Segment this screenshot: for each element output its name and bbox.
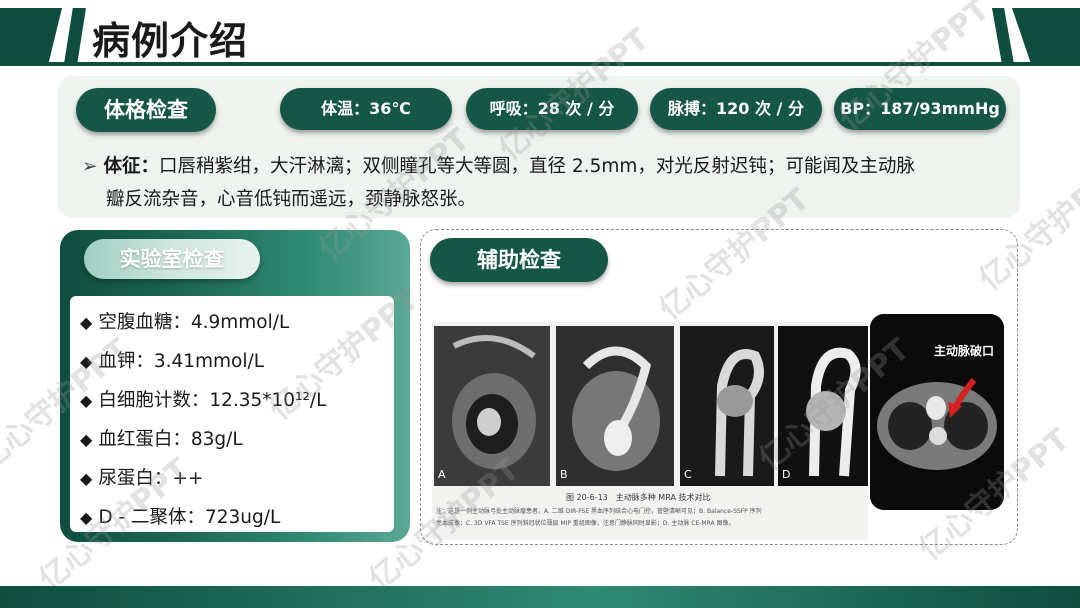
physical-exam-badge: 体格检查 bbox=[76, 88, 216, 132]
panel-letter: A bbox=[438, 468, 446, 481]
header-right-stripe bbox=[992, 8, 1014, 64]
mra-scan-graphic bbox=[680, 326, 774, 486]
figure-caption: 图 20-6-13 主动脉多种 MRA 技术对比 bbox=[566, 493, 711, 502]
signs-line-1: 口唇稍紫绀，大汗淋漓；双侧瞳孔等大等圆，直径 2.5mm，对光反射迟钝；可能闻及… bbox=[159, 156, 915, 177]
header-left-stripe bbox=[64, 8, 86, 64]
aux-exam-badge: 辅助检查 bbox=[430, 238, 608, 282]
lab-exam-badge: 实验室检查 bbox=[84, 239, 260, 279]
vital-temperature: 体温：36℃ bbox=[280, 88, 452, 130]
figure-note-2: 亮血成像；C. 3D VFA TSE 序列斜冠状位薄层 MIP 重组图像，注意门… bbox=[436, 520, 735, 527]
physical-signs-text: ➢ 体征：口唇稍紫绀，大汗淋漓；双侧瞳孔等大等圆，直径 2.5mm，对光反射迟钝；… bbox=[82, 150, 1012, 216]
page-title: 病例介绍 bbox=[92, 19, 249, 63]
diamond-bullet-icon: ◆ bbox=[80, 430, 93, 449]
signs-label: 体征： bbox=[103, 156, 160, 177]
lab-item: ◆ 血红蛋白：83g/L bbox=[80, 425, 243, 451]
header-right-bar bbox=[1012, 8, 1080, 64]
arrow-bullet-icon: ➢ bbox=[82, 156, 98, 177]
lab-item-text: 空腹血糖：4.9mmol/L bbox=[98, 312, 290, 333]
mra-image-c: C bbox=[680, 326, 774, 486]
signs-line-2: 瓣反流杂音，心音低钝而遥远，颈静脉怒张。 bbox=[106, 189, 477, 210]
vital-pulse: 脉搏：120 次 / 分 bbox=[650, 88, 822, 130]
footer-bar bbox=[0, 586, 1080, 608]
diamond-bullet-icon: ◆ bbox=[80, 313, 93, 332]
panel-letter: C bbox=[684, 468, 692, 481]
panel-letter: B bbox=[560, 468, 568, 481]
mra-image-b: B bbox=[556, 326, 674, 486]
lab-item-text: 血红蛋白：83g/L bbox=[98, 429, 243, 450]
header-left-bar bbox=[0, 8, 62, 64]
mra-scan-graphic bbox=[556, 326, 674, 486]
ct-annotation-label: 主动脉破口 bbox=[934, 344, 995, 358]
diamond-bullet-icon: ◆ bbox=[80, 469, 93, 488]
